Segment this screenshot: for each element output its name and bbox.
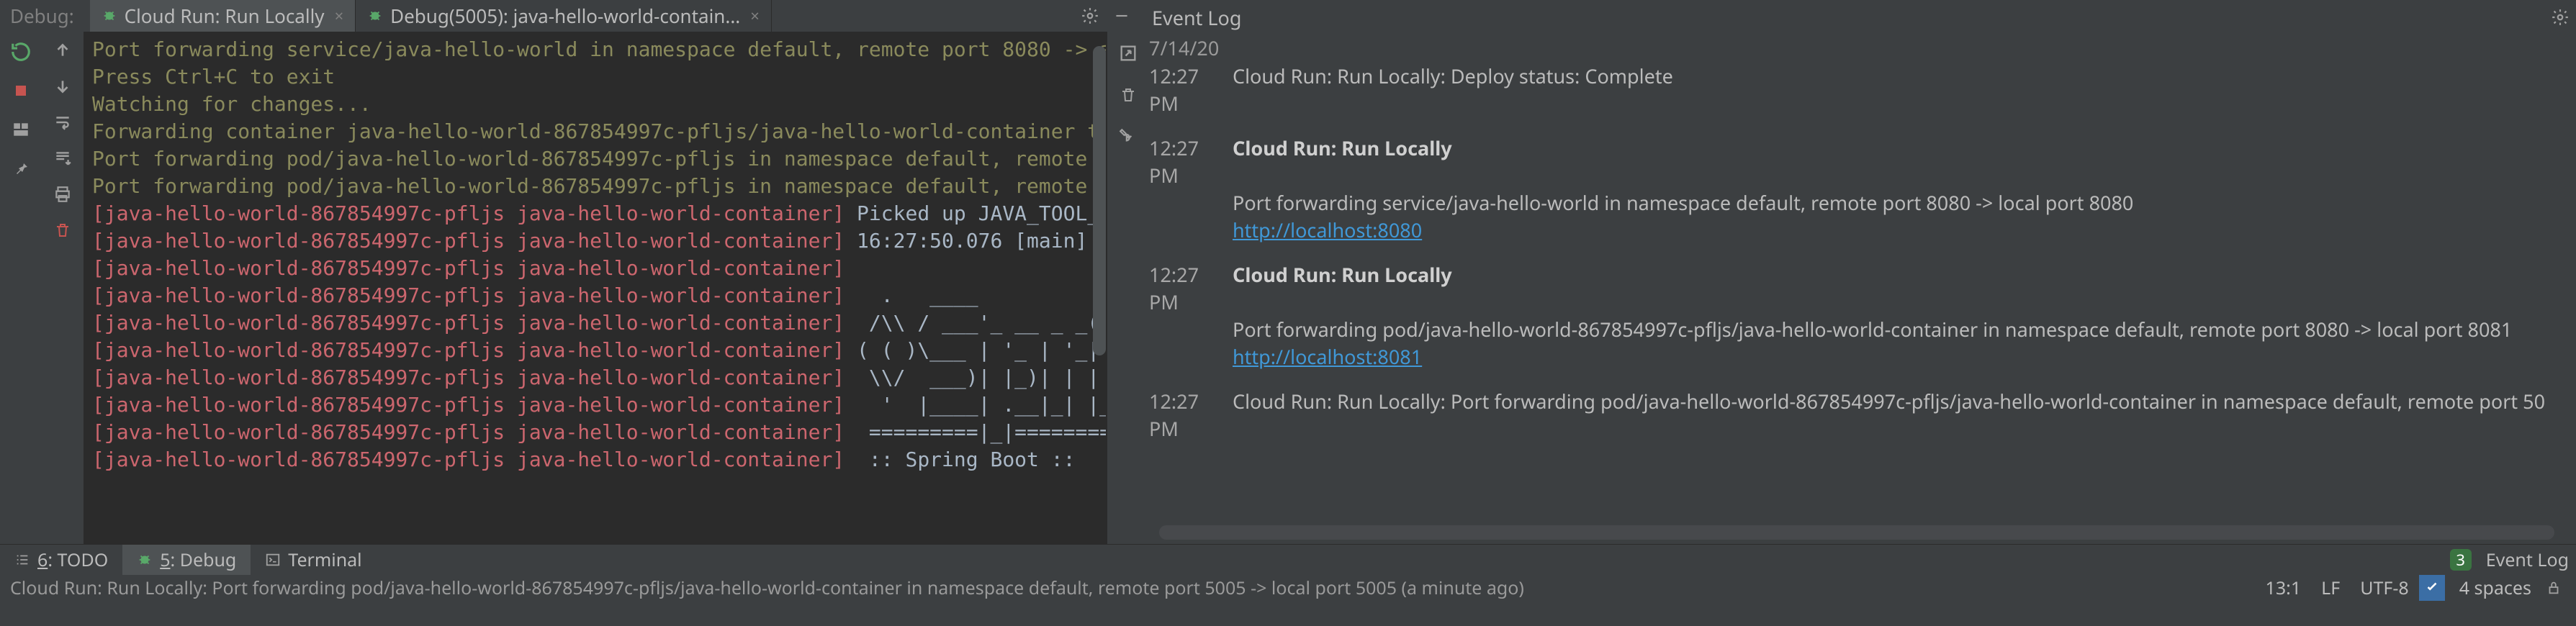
caret-position[interactable]: 13:1 (2256, 576, 2312, 600)
event-entry[interactable]: 12:27 PMCloud Run: Run Locally (1149, 135, 2576, 189)
line-separator[interactable]: LF (2311, 576, 2350, 600)
arrow-down-icon[interactable] (48, 72, 77, 101)
debug-label: Debug: (0, 0, 90, 32)
event-time: 12:27 PM (1149, 261, 1233, 316)
trash-icon[interactable] (48, 216, 77, 245)
soft-wrap-icon[interactable] (48, 108, 77, 137)
tool-label: 5: Debug (160, 548, 236, 572)
event-log-gutter (1107, 32, 1149, 544)
scroll-to-end-icon[interactable] (48, 144, 77, 173)
status-message: Cloud Run: Run Locally: Port forwarding … (10, 576, 1524, 600)
rerun-icon[interactable] (6, 37, 35, 66)
event-log-body[interactable]: 7/14/20 12:27 PMCloud Run: Run Locally: … (1149, 32, 2576, 544)
event-entry[interactable]: 12:27 PMCloud Run: Run Locally: Port for… (1149, 388, 2576, 443)
close-icon[interactable]: × (750, 5, 760, 27)
indent-info[interactable]: 4 spaces (2449, 576, 2541, 600)
event-count-badge: 3 (2450, 549, 2472, 571)
event-log-date: 7/14/20 (1149, 35, 2576, 63)
bug-icon (367, 8, 383, 24)
event-link[interactable]: http://localhost:8080 (1233, 217, 1422, 243)
tab-label: Debug(5005): java-hello-world-contain... (390, 3, 740, 29)
pin-icon[interactable] (6, 154, 35, 183)
event-entry[interactable]: 12:27 PMCloud Run: Run Locally: Deploy s… (1149, 63, 2576, 117)
lock-icon[interactable] (2541, 580, 2566, 596)
console-tools-gutter (42, 32, 84, 544)
minimize-icon[interactable] (1106, 0, 1138, 32)
stop-icon[interactable] (6, 76, 35, 105)
close-icon[interactable]: × (335, 5, 344, 27)
event-body: Port forwarding service/java-hello-world… (1149, 189, 2576, 217)
layout-icon[interactable] (6, 115, 35, 144)
run-controls-gutter (0, 32, 42, 544)
tool-debug[interactable]: 5: Debug (122, 545, 251, 575)
event-title: Cloud Run: Run Locally (1233, 261, 1452, 288)
collapse-icon[interactable] (1114, 39, 1143, 68)
tool-label: 6: TODO (37, 548, 108, 572)
trash-icon[interactable] (1114, 81, 1143, 109)
gear-icon[interactable] (1074, 0, 1106, 32)
event-time: 12:27 PM (1149, 135, 1233, 189)
wrench-icon[interactable] (1114, 122, 1143, 151)
tab-debug-5005[interactable]: Debug(5005): java-hello-world-contain...… (356, 0, 772, 32)
scrollbar-vertical[interactable] (1093, 46, 1106, 355)
event-body: Port forwarding pod/java-hello-world-867… (1149, 316, 2576, 343)
gear-icon[interactable] (2544, 8, 2576, 27)
event-time: 12:27 PM (1149, 388, 1233, 443)
event-body: Cloud Run: Run Locally: Port forwarding … (1233, 388, 2545, 415)
event-log-title: Event Log (1152, 4, 1242, 31)
print-icon[interactable] (48, 180, 77, 209)
tool-todo[interactable]: 6: TODO (0, 545, 122, 575)
status-bar: Cloud Run: Run Locally: Port forwarding … (0, 574, 2576, 602)
tool-terminal[interactable]: Terminal (251, 545, 376, 575)
file-encoding[interactable]: UTF-8 (2350, 576, 2419, 600)
debug-console[interactable]: Port forwarding service/java-hello-world… (84, 32, 1106, 544)
scrollbar-horizontal[interactable] (1159, 525, 2554, 540)
event-time: 12:27 PM (1149, 63, 1233, 117)
event-entry[interactable]: 12:27 PMCloud Run: Run Locally (1149, 261, 2576, 316)
arrow-up-icon[interactable] (48, 36, 77, 65)
tab-cloud-run[interactable]: Cloud Run: Run Locally × (90, 0, 356, 32)
tab-label: Cloud Run: Run Locally (125, 3, 325, 29)
tool-label: Event Log (2486, 548, 2569, 572)
inspection-icon[interactable] (2419, 575, 2445, 601)
bug-icon (102, 8, 117, 24)
event-link[interactable]: http://localhost:8081 (1233, 343, 1422, 370)
tool-window-bar: 6: TODO 5: Debug Terminal 3 Event Log (0, 544, 2576, 574)
tool-event-log[interactable]: 3 Event Log (2436, 545, 2576, 575)
event-body: Cloud Run: Run Locally: Deploy status: C… (1233, 63, 1673, 90)
tool-label: Terminal (288, 548, 361, 572)
event-title: Cloud Run: Run Locally (1233, 135, 1452, 161)
